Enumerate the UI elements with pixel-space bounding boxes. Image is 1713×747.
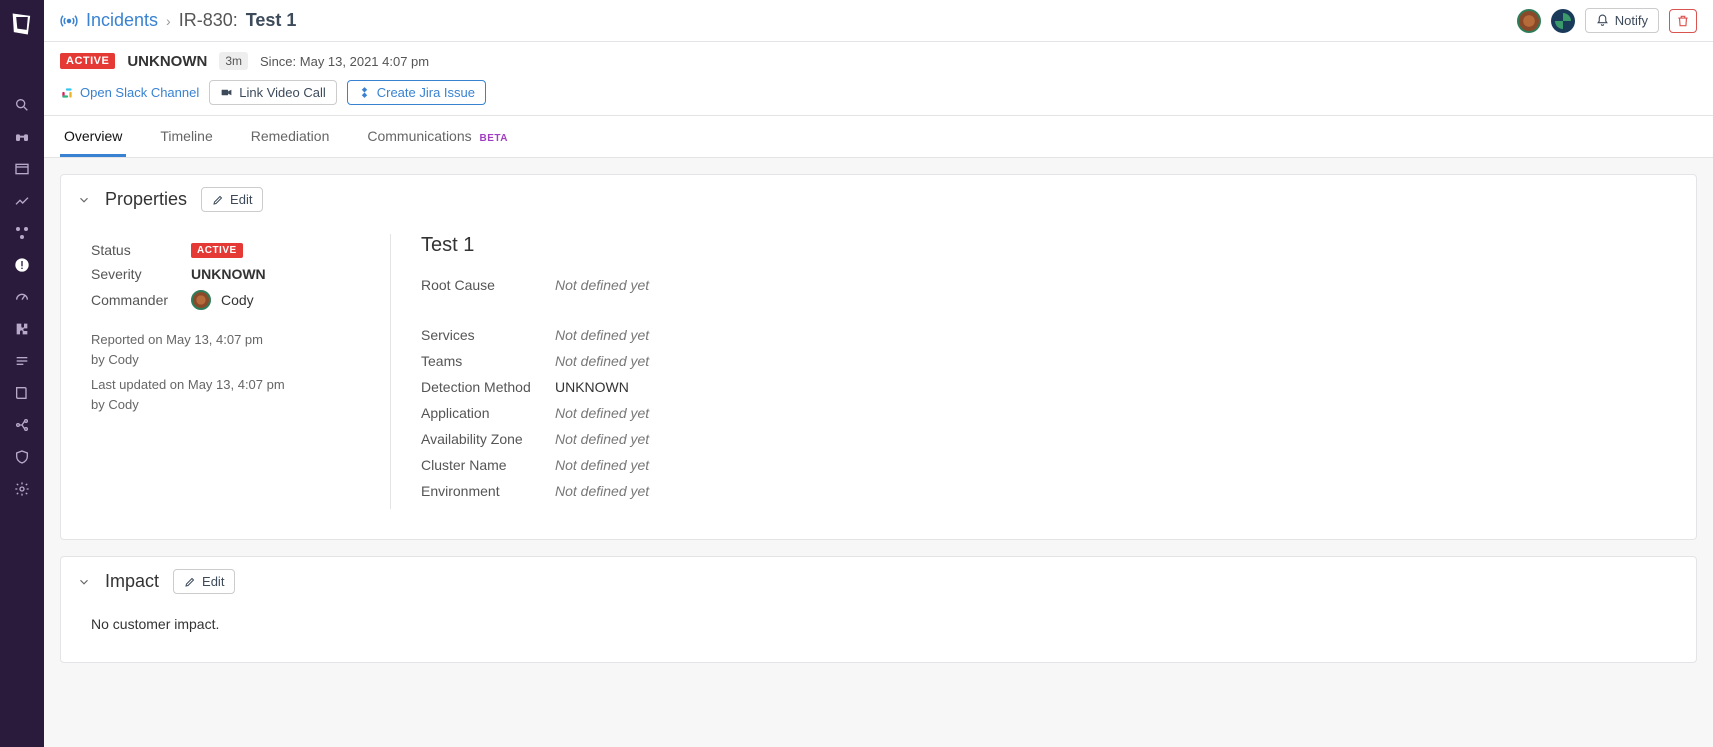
jira-label: Create Jira Issue <box>377 85 475 100</box>
properties-right: Test 1 Root Cause Not defined yet Servic… <box>391 234 1666 509</box>
properties-title: Properties <box>105 189 187 210</box>
status-value: ACTIVE <box>191 243 243 258</box>
create-jira-button[interactable]: Create Jira Issue <box>347 80 486 105</box>
edit-label: Edit <box>202 574 224 589</box>
incident-title: Test 1 <box>421 234 1666 257</box>
tab-communications-label: Communications <box>367 128 471 144</box>
impact-text: No customer impact. <box>61 606 1696 662</box>
status-badge: ACTIVE <box>60 53 115 69</box>
services-value: Not defined yet <box>555 327 649 343</box>
open-slack-link[interactable]: Open Slack Channel <box>60 85 199 100</box>
topbar: Incidents › IR-830: Test 1 Notify <box>44 0 1713 42</box>
left-nav <box>0 0 44 747</box>
properties-left: Status ACTIVE Severity UNKNOWN Commander… <box>91 234 391 509</box>
avatar[interactable] <box>1551 9 1575 33</box>
reported-on: Reported on May 13, 4:07 pm <box>91 330 370 350</box>
root-cause-label: Root Cause <box>421 277 541 293</box>
updated-by: by Cody <box>91 395 370 415</box>
tab-remediation[interactable]: Remediation <box>247 116 334 157</box>
reported-by: by Cody <box>91 350 370 370</box>
beta-badge: BETA <box>480 133 508 144</box>
dashboard-icon[interactable] <box>13 160 31 178</box>
metrics-icon[interactable] <box>13 192 31 210</box>
root-cause-value: Not defined yet <box>555 277 649 293</box>
pencil-icon <box>184 576 196 588</box>
severity-value: UNKNOWN <box>191 266 266 282</box>
slack-icon <box>60 86 74 100</box>
commander-name: Cody <box>221 292 254 308</box>
incident-header: ACTIVE UNKNOWN 3m Since: May 13, 2021 4:… <box>44 42 1713 116</box>
alert-icon[interactable] <box>13 256 31 274</box>
avatar <box>191 290 211 310</box>
chevron-right-icon: › <box>166 13 171 29</box>
video-icon <box>220 86 233 99</box>
az-label: Availability Zone <box>421 431 541 447</box>
status-label: Status <box>91 242 181 258</box>
detection-value: UNKNOWN <box>555 379 629 395</box>
video-label: Link Video Call <box>239 85 325 100</box>
tab-timeline[interactable]: Timeline <box>156 116 216 157</box>
flow-icon[interactable] <box>13 416 31 434</box>
teams-label: Teams <box>421 353 541 369</box>
env-value: Not defined yet <box>555 483 649 499</box>
content-area: Properties Edit Status ACTIVE <box>44 158 1713 747</box>
breadcrumb: Incidents › IR-830: Test 1 <box>60 10 296 31</box>
gear-icon[interactable] <box>13 480 31 498</box>
chevron-down-icon[interactable] <box>77 193 91 207</box>
datadog-logo-icon[interactable] <box>8 10 36 38</box>
notify-label: Notify <box>1615 13 1648 28</box>
since-text: Since: May 13, 2021 4:07 pm <box>260 54 429 69</box>
application-value: Not defined yet <box>555 405 649 421</box>
jira-icon <box>358 86 371 99</box>
impact-title: Impact <box>105 571 159 592</box>
properties-panel: Properties Edit Status ACTIVE <box>60 174 1697 540</box>
breadcrumb-id: IR-830: <box>179 10 238 31</box>
broadcast-icon <box>60 12 78 30</box>
teams-value: Not defined yet <box>555 353 649 369</box>
edit-label: Edit <box>230 192 252 207</box>
commander-label: Commander <box>91 292 181 308</box>
notify-button[interactable]: Notify <box>1585 8 1659 33</box>
delete-button[interactable] <box>1669 9 1697 33</box>
gauge-icon[interactable] <box>13 288 31 306</box>
az-value: Not defined yet <box>555 431 649 447</box>
env-label: Environment <box>421 483 541 499</box>
logs-icon[interactable] <box>13 352 31 370</box>
cluster-label: Cluster Name <box>421 457 541 473</box>
trash-icon <box>1676 14 1690 28</box>
book-icon[interactable] <box>13 384 31 402</box>
severity-label: Severity <box>91 266 181 282</box>
detection-label: Detection Method <box>421 379 541 395</box>
cluster-value: Not defined yet <box>555 457 649 473</box>
puzzle-icon[interactable] <box>13 320 31 338</box>
edit-impact-button[interactable]: Edit <box>173 569 235 594</box>
binoculars-icon[interactable] <box>13 128 31 146</box>
application-label: Application <box>421 405 541 421</box>
bell-icon <box>1596 14 1609 27</box>
topbar-actions: Notify <box>1517 8 1697 33</box>
avatar[interactable] <box>1517 9 1541 33</box>
link-video-button[interactable]: Link Video Call <box>209 80 336 105</box>
tabs: Overview Timeline Remediation Communicat… <box>44 116 1713 158</box>
edit-properties-button[interactable]: Edit <box>201 187 263 212</box>
slack-label: Open Slack Channel <box>80 85 199 100</box>
severity-value: UNKNOWN <box>127 53 207 70</box>
network-icon[interactable] <box>13 224 31 242</box>
tab-overview[interactable]: Overview <box>60 116 126 157</box>
chevron-down-icon[interactable] <box>77 575 91 589</box>
breadcrumb-root[interactable]: Incidents <box>86 10 158 31</box>
duration-pill: 3m <box>219 52 248 70</box>
search-icon[interactable] <box>13 96 31 114</box>
shield-icon[interactable] <box>13 448 31 466</box>
services-label: Services <box>421 327 541 343</box>
main-content: Incidents › IR-830: Test 1 Notify ACTIVE <box>44 0 1713 747</box>
impact-panel: Impact Edit No customer impact. <box>60 556 1697 663</box>
pencil-icon <box>212 194 224 206</box>
breadcrumb-title: Test 1 <box>246 10 297 31</box>
tab-communications[interactable]: Communications BETA <box>363 116 512 157</box>
updated-on: Last updated on May 13, 4:07 pm <box>91 375 370 395</box>
